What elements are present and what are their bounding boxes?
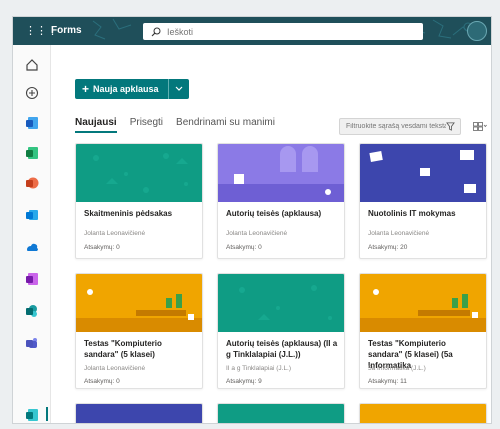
card-author: Jolanta Leonavičienė: [84, 365, 146, 372]
form-card[interactable]: Nuotolinis IT mokymas Jolanta Leonavičie…: [359, 143, 487, 259]
form-card[interactable]: Autorių teisės (apklausa) (II a g Tinkla…: [217, 273, 345, 389]
account-avatar[interactable]: [467, 21, 487, 41]
search-box[interactable]: [143, 23, 423, 40]
form-card[interactable]: Autorių teisės (apklausa) Jolanta Leonav…: [217, 143, 345, 259]
tab-list: Naujausi Prisegti Bendrinami su manimi: [75, 117, 288, 133]
form-card[interactable]: Skaitmeninis pėdsakas Jolanta Leonavičie…: [75, 143, 203, 259]
home-icon[interactable]: [24, 57, 40, 73]
card-thumbnail: [360, 274, 486, 332]
card-thumbnail: [218, 274, 344, 332]
card-thumbnail: [76, 274, 202, 332]
card-thumbnail: [360, 144, 486, 202]
search-icon: [151, 27, 161, 36]
search-input[interactable]: [167, 26, 407, 37]
filter-box[interactable]: [339, 118, 461, 135]
new-form-label-area[interactable]: + Nauja apklausa: [75, 79, 169, 99]
main-content: + Nauja apklausa Naujausi Prisegti Bendr…: [51, 45, 491, 423]
card-thumbnail: [76, 144, 202, 202]
powerpoint-icon[interactable]: [24, 175, 40, 191]
top-bar: ⋮⋮⋮ Forms: [13, 17, 491, 45]
card-author: Jolanta Leonavičienė: [226, 230, 288, 237]
forms-icon[interactable]: [24, 407, 40, 423]
card-author: II a g Tinklalapiai (J.L.): [226, 365, 292, 372]
card-thumbnail: [218, 404, 344, 423]
grid-view-icon: [473, 121, 487, 131]
plus-icon: +: [82, 82, 90, 96]
card-thumbnail: [76, 404, 202, 423]
card-responses: Atsakymų: 0: [226, 244, 262, 251]
card-author: Jolanta Leonavičienė: [368, 230, 430, 237]
tab-recent[interactable]: Naujausi: [75, 117, 117, 133]
form-card[interactable]: [217, 403, 345, 423]
card-thumbnail: [360, 404, 486, 423]
card-title: Skaitmeninis pėdsakas: [84, 209, 173, 218]
card-responses: Atsakymų: 0: [84, 244, 120, 251]
view-toggle-button[interactable]: [471, 120, 489, 132]
excel-icon[interactable]: [24, 145, 40, 161]
card-title: Autorių teisės (apklausa): [226, 209, 322, 218]
filter-icon: [446, 122, 455, 131]
card-thumbnail: [218, 144, 344, 202]
form-card[interactable]: Testas "Kompiuterio sandara" (5 klasei) …: [359, 273, 487, 389]
teams-icon[interactable]: [24, 335, 40, 351]
app-name[interactable]: Forms: [51, 25, 82, 36]
app-launcher-icon[interactable]: ⋮⋮⋮: [25, 25, 58, 37]
form-card[interactable]: [75, 403, 203, 423]
card-responses: Atsakymų: 9: [226, 378, 262, 385]
card-author: Jolanta Leonavičienė: [84, 230, 146, 237]
card-responses: Atsakymų: 0: [84, 378, 120, 385]
new-form-button[interactable]: + Nauja apklausa: [75, 79, 189, 99]
new-form-dropdown[interactable]: [169, 79, 189, 99]
filter-input[interactable]: [346, 123, 446, 130]
tab-shared[interactable]: Bendrinami su manimi: [176, 117, 275, 133]
tab-pinned[interactable]: Prisegti: [130, 117, 163, 133]
card-responses: Atsakymų: 11: [368, 378, 407, 385]
outlook-icon[interactable]: [24, 207, 40, 223]
card-author: 5a Informatika (J.L.): [368, 365, 426, 372]
card-title: Autorių teisės (apklausa) (II a g Tinkla…: [226, 339, 338, 359]
new-form-label: Nauja apklausa: [93, 84, 159, 94]
chevron-down-icon: [175, 86, 182, 91]
forms-window: ⋮⋮⋮ Forms Ieškoti + Nauja apklausa Nauja…: [12, 16, 492, 424]
form-card[interactable]: Testas "Kompiuterio sandara" (5 klasei) …: [75, 273, 203, 389]
card-title: Nuotolinis IT mokymas: [368, 209, 456, 218]
onedrive-icon[interactable]: [24, 239, 40, 255]
form-card[interactable]: [359, 403, 487, 423]
active-app-indicator: [46, 407, 48, 421]
card-responses: Atsakymų: 20: [368, 244, 408, 251]
sharepoint-icon[interactable]: [24, 303, 40, 319]
app-rail: [13, 45, 51, 423]
card-title: Testas "Kompiuterio sandara" (5 klasei): [84, 339, 162, 359]
onenote-icon[interactable]: [24, 271, 40, 287]
word-icon[interactable]: [24, 115, 40, 131]
add-icon[interactable]: [24, 85, 40, 101]
